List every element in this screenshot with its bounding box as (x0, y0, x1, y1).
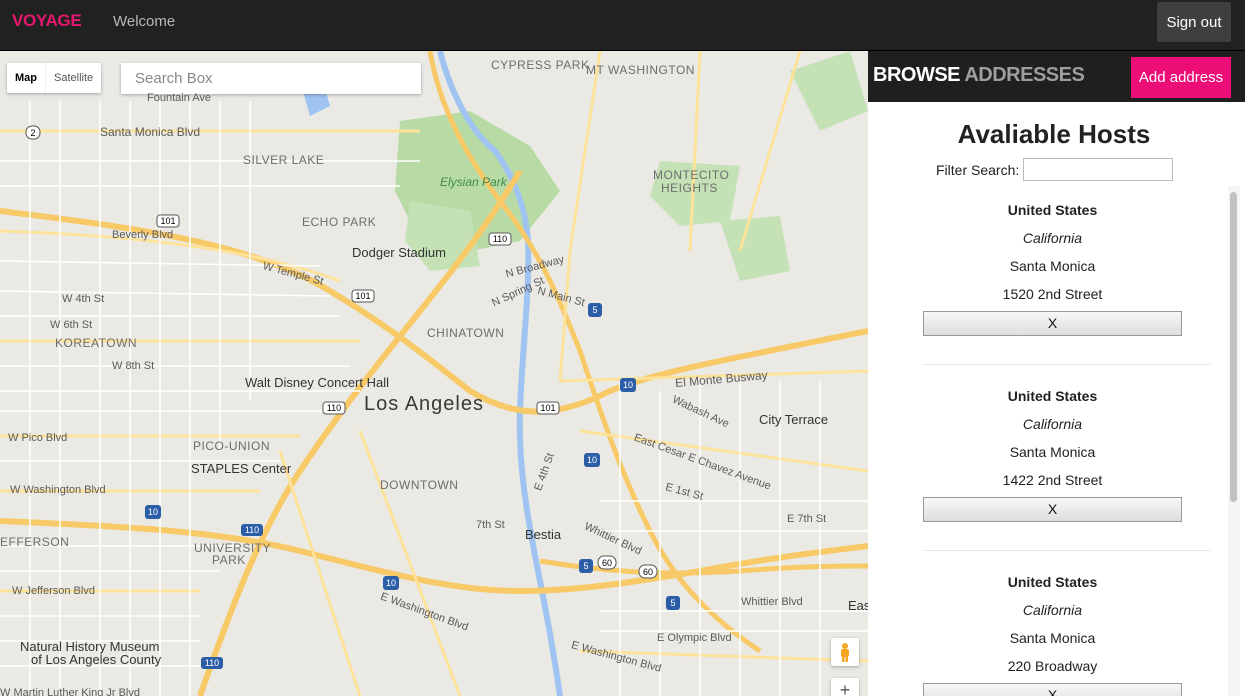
panel-heading: BROWSE ADDRESSES (873, 64, 1085, 87)
svg-text:5: 5 (592, 305, 597, 315)
shield-10: 10 (620, 378, 636, 392)
scrollbar-thumb[interactable] (1230, 192, 1237, 502)
svg-text:60: 60 (602, 558, 612, 568)
host-state: California (1022, 230, 1083, 246)
host-city: Santa Monica (1009, 630, 1096, 646)
sign-out-button[interactable]: Sign out (1157, 2, 1231, 42)
svg-text:10: 10 (587, 455, 597, 465)
delete-host-button[interactable]: X (923, 683, 1182, 696)
host-street: 1422 2nd Street (1002, 472, 1103, 488)
svg-text:60: 60 (643, 567, 653, 577)
svg-text:101: 101 (540, 403, 555, 413)
host-street: 1520 2nd Street (1002, 286, 1103, 302)
host-card: United States California Santa Monica 14… (923, 382, 1182, 522)
brand-logo[interactable]: VOYAGE (12, 11, 82, 31)
top-navbar: VOYAGE Welcome Sign out (0, 0, 1245, 51)
host-country: United States (1007, 574, 1098, 590)
addresses-word: ADDRESSES (964, 64, 1085, 86)
svg-text:110: 110 (205, 658, 219, 668)
shield-10: 10 (145, 505, 161, 519)
svg-text:10: 10 (386, 578, 396, 588)
svg-text:110: 110 (327, 403, 341, 413)
host-country: United States (1007, 202, 1098, 218)
hosts-title: Avaliable Hosts (957, 119, 1151, 149)
host-street: 220 Broadway (1007, 658, 1098, 674)
map-view[interactable]: Map Satellite CYPRESS PARK MT WASHINGTON… (0, 51, 868, 696)
addresses-panel: BROWSE ADDRESSES Add address Avaliable H… (868, 51, 1245, 696)
shield-60: 60 (638, 564, 658, 579)
host-state: California (1022, 416, 1083, 432)
svg-text:10: 10 (148, 507, 158, 517)
filter-search-label: Filter Search: (936, 161, 1020, 178)
shield-5: 5 (588, 303, 602, 317)
shield-10: 10 (383, 576, 399, 590)
svg-text:110: 110 (493, 234, 507, 244)
shield-101: 101 (536, 401, 560, 415)
host-divider (923, 550, 1211, 551)
shield-110: 110 (322, 401, 346, 415)
delete-host-button[interactable]: X (923, 497, 1182, 522)
delete-host-button[interactable]: X (923, 311, 1182, 336)
shield-110: 110 (488, 232, 512, 246)
host-country: United States (1007, 388, 1098, 404)
svg-text:101: 101 (355, 291, 370, 301)
street-view-pegman-icon[interactable] (831, 638, 859, 666)
browse-word: BROWSE (873, 64, 961, 86)
host-card: United States California Santa Monica 22… (923, 568, 1182, 696)
host-divider (923, 364, 1211, 365)
shield-110: 110 (201, 657, 223, 669)
svg-text:5: 5 (670, 598, 675, 608)
svg-text:10: 10 (623, 380, 633, 390)
svg-text:2: 2 (30, 128, 35, 138)
zoom-in-button[interactable]: + (831, 678, 859, 696)
welcome-link[interactable]: Welcome (113, 13, 175, 30)
shield-10: 10 (584, 453, 600, 467)
svg-text:5: 5 (583, 561, 588, 571)
host-card: United States California Santa Monica 15… (923, 196, 1182, 336)
route-shields: 2 101 101 101 110 110 110 110 10 10 10 1… (25, 125, 680, 669)
shield-5: 5 (666, 596, 680, 610)
shield-5: 5 (579, 559, 593, 573)
panel-header: BROWSE ADDRESSES Add address (868, 51, 1245, 102)
svg-text:101: 101 (160, 216, 175, 226)
host-city: Santa Monica (1009, 258, 1096, 274)
hosts-list[interactable]: United States California Santa Monica 15… (868, 186, 1228, 696)
host-city: Santa Monica (1009, 444, 1096, 460)
shield-101: 101 (351, 289, 375, 303)
add-address-button[interactable]: Add address (1131, 57, 1231, 98)
filter-search: Filter Search: (936, 158, 1174, 181)
host-state: California (1022, 602, 1083, 618)
svg-text:110: 110 (245, 525, 259, 535)
hosts-scrollbar[interactable] (1228, 186, 1240, 696)
shield-101: 101 (156, 214, 180, 228)
shield-2: 2 (25, 125, 41, 140)
shield-60: 60 (597, 555, 617, 570)
filter-search-input[interactable] (1023, 158, 1174, 181)
shield-110: 110 (241, 524, 263, 536)
